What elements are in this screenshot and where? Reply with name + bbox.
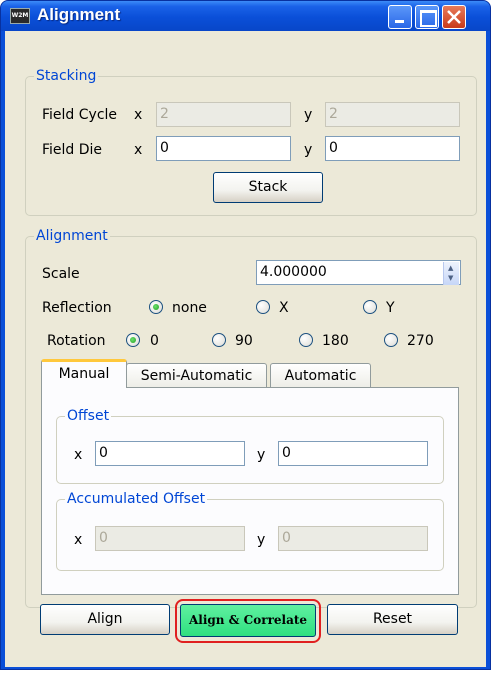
manual-tab-panel: Offset x 0 y 0 Accumulated Offset x 0 y … (41, 387, 459, 595)
stacking-group: Stacking Field Cycle x 2 y 2 Field Die x… (25, 68, 477, 216)
rotation-label: Rotation (47, 333, 106, 349)
reflection-x-label: X (279, 300, 289, 316)
field-die-y-label: y (304, 142, 313, 158)
tab-manual[interactable]: Manual (41, 359, 127, 388)
scale-spinner[interactable]: ▲ ▼ (443, 262, 459, 285)
offset-x-label: x (74, 447, 83, 463)
scale-spinbox[interactable]: 4.000000 ▲ ▼ (256, 260, 461, 285)
offset-y-label: y (257, 447, 266, 463)
accumulated-offset-x-label: x (74, 532, 83, 548)
rotation-0-radio[interactable] (126, 333, 140, 347)
field-cycle-y-input[interactable]: 2 (325, 102, 460, 127)
field-die-label: Field Die (42, 142, 103, 158)
maximize-button[interactable] (415, 5, 439, 29)
rotation-90-label: 90 (235, 333, 253, 349)
field-cycle-label: Field Cycle (42, 107, 118, 123)
align-button[interactable]: Align (40, 604, 170, 635)
minimize-button[interactable] (388, 5, 412, 29)
reflection-y-radio[interactable] (363, 300, 377, 314)
tab-automatic[interactable]: Automatic (270, 363, 371, 389)
field-cycle-y-label: y (304, 107, 313, 123)
offset-group: Offset x 0 y 0 (56, 408, 444, 484)
accumulated-offset-legend: Accumulated Offset (65, 491, 208, 507)
offset-x-input[interactable]: 0 (95, 441, 245, 466)
window-client-area: Stacking Field Cycle x 2 y 2 Field Die x… (5, 31, 486, 667)
reflection-none-label: none (172, 300, 207, 316)
scale-label: Scale (42, 266, 80, 282)
alignment-window: W2M Alignment Stacking Field Cycle x 2 y… (0, 0, 491, 670)
reflection-none-radio[interactable] (149, 300, 163, 314)
accumulated-offset-y-input[interactable]: 0 (278, 526, 428, 551)
spin-down-icon[interactable]: ▼ (448, 274, 453, 282)
field-cycle-x-label: x (134, 107, 143, 123)
reflection-x-radio[interactable] (256, 300, 270, 314)
accumulated-offset-y-label: y (257, 532, 266, 548)
spin-up-icon[interactable]: ▲ (448, 264, 453, 272)
align-correlate-button[interactable]: Align & Correlate (180, 604, 316, 637)
tab-semi-automatic[interactable]: Semi-Automatic (126, 363, 267, 389)
reset-button[interactable]: Reset (327, 604, 458, 635)
rotation-0-label: 0 (150, 333, 159, 349)
reflection-label: Reflection (42, 300, 112, 316)
field-die-y-input[interactable]: 0 (325, 136, 460, 161)
rotation-90-radio[interactable] (212, 333, 226, 347)
field-die-x-label: x (134, 142, 143, 158)
alignment-legend: Alignment (34, 228, 110, 244)
rotation-180-label: 180 (322, 333, 349, 349)
field-die-x-input[interactable]: 0 (156, 136, 291, 161)
stacking-legend: Stacking (34, 68, 99, 84)
accumulated-offset-group: Accumulated Offset x 0 y 0 (56, 491, 444, 571)
reflection-y-label: Y (386, 300, 395, 316)
alignment-group: Alignment Scale 4.000000 ▲ ▼ Reflection … (25, 228, 477, 608)
offset-y-input[interactable]: 0 (278, 441, 428, 466)
rotation-180-radio[interactable] (299, 333, 313, 347)
accumulated-offset-x-input[interactable]: 0 (95, 526, 245, 551)
stack-button[interactable]: Stack (213, 172, 323, 203)
close-button[interactable] (442, 5, 466, 29)
window-title: Alignment (37, 5, 121, 24)
field-cycle-x-input[interactable]: 2 (156, 102, 291, 127)
close-icon (447, 10, 461, 24)
scale-value: 4.000000 (260, 264, 327, 280)
offset-legend: Offset (65, 408, 112, 424)
title-bar[interactable]: W2M Alignment (1, 1, 490, 31)
rotation-270-radio[interactable] (384, 333, 398, 347)
rotation-270-label: 270 (407, 333, 434, 349)
app-icon: W2M (10, 8, 30, 24)
